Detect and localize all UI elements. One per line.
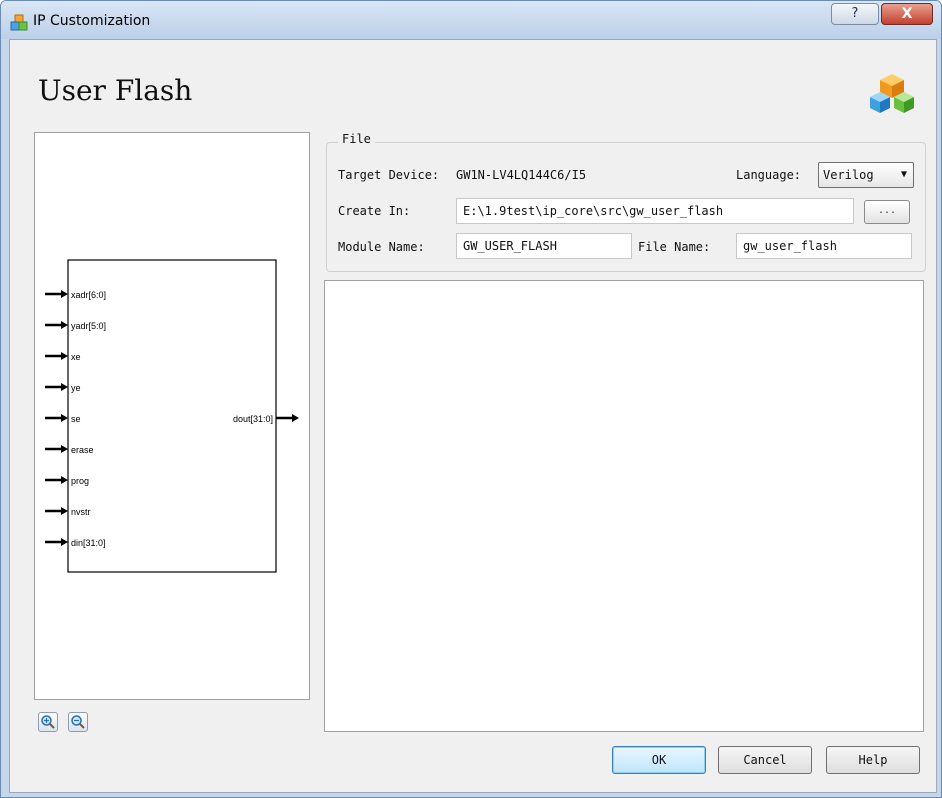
title-help-button[interactable]: ? — [831, 3, 879, 25]
input-port-label: prog — [71, 476, 89, 486]
create-in-label: Create In: — [338, 204, 411, 218]
cancel-button[interactable]: Cancel — [718, 746, 812, 774]
zoom-out-button[interactable] — [68, 712, 88, 732]
language-select[interactable]: Verilog ▼ — [818, 162, 914, 188]
file-name-field[interactable]: gw_user_flash — [736, 233, 912, 259]
input-port-arrow — [61, 538, 68, 546]
input-port-arrow — [61, 352, 68, 360]
ok-button[interactable]: OK — [612, 746, 706, 774]
symbol-preview-pane: xadr[6:0] yadr[5:0] xe ye se erase prog nvstr di… — [34, 132, 310, 700]
zoom-in-icon — [41, 715, 55, 729]
input-port-label: din[31:0] — [71, 538, 106, 548]
input-port-arrow — [61, 414, 68, 422]
target-device-label: Target Device: — [338, 168, 440, 182]
language-select-value: Verilog — [823, 168, 874, 182]
output-port-arrow — [292, 414, 299, 422]
file-name-label: File Name: — [638, 240, 711, 254]
title-bar: IP Customization ? X — [1, 1, 941, 39]
ip-cubes-icon — [10, 14, 28, 31]
input-port-label: xe — [71, 352, 81, 362]
input-port-arrow — [61, 290, 68, 298]
input-port-label: ye — [71, 383, 81, 393]
target-device-value: GW1N-LV4LQ144C6/I5 — [456, 168, 587, 182]
file-group-label: File — [338, 132, 375, 146]
module-name-field[interactable]: GW_USER_FLASH — [456, 233, 632, 259]
chevron-down-icon: ▼ — [900, 169, 907, 180]
input-port-label: erase — [71, 445, 94, 455]
language-label: Language: — [736, 168, 802, 182]
input-port-arrow — [61, 383, 68, 391]
browse-button[interactable]: ... — [864, 200, 910, 224]
create-in-field[interactable]: E:\1.9test\ip_core\src\gw_user_flash — [456, 198, 854, 224]
output-port-label: dout[31:0] — [233, 414, 273, 424]
input-port-label: se — [71, 414, 81, 424]
input-port-arrow — [61, 476, 68, 484]
input-port-arrow — [61, 445, 68, 453]
input-port-label: nvstr — [71, 507, 91, 517]
zoom-in-button[interactable] — [38, 712, 58, 732]
input-port-label: xadr[6:0] — [71, 290, 106, 300]
input-port-arrow — [61, 507, 68, 515]
input-port-arrow — [61, 321, 68, 329]
ip-cubes-logo-icon — [870, 74, 914, 113]
module-name-label: Module Name: — [338, 240, 425, 254]
input-port-label: yadr[5:0] — [71, 321, 106, 331]
page-title: User Flash — [38, 74, 193, 107]
window-title: IP Customization — [33, 13, 151, 29]
ip-documentation-pane[interactable] — [324, 280, 924, 732]
zoom-out-icon — [71, 715, 85, 729]
help-button[interactable]: Help — [826, 746, 920, 774]
user-flash-block-diagram: xadr[6:0] yadr[5:0] xe ye se erase prog nvstr di… — [45, 259, 299, 573]
title-close-button[interactable]: X — [881, 3, 933, 25]
